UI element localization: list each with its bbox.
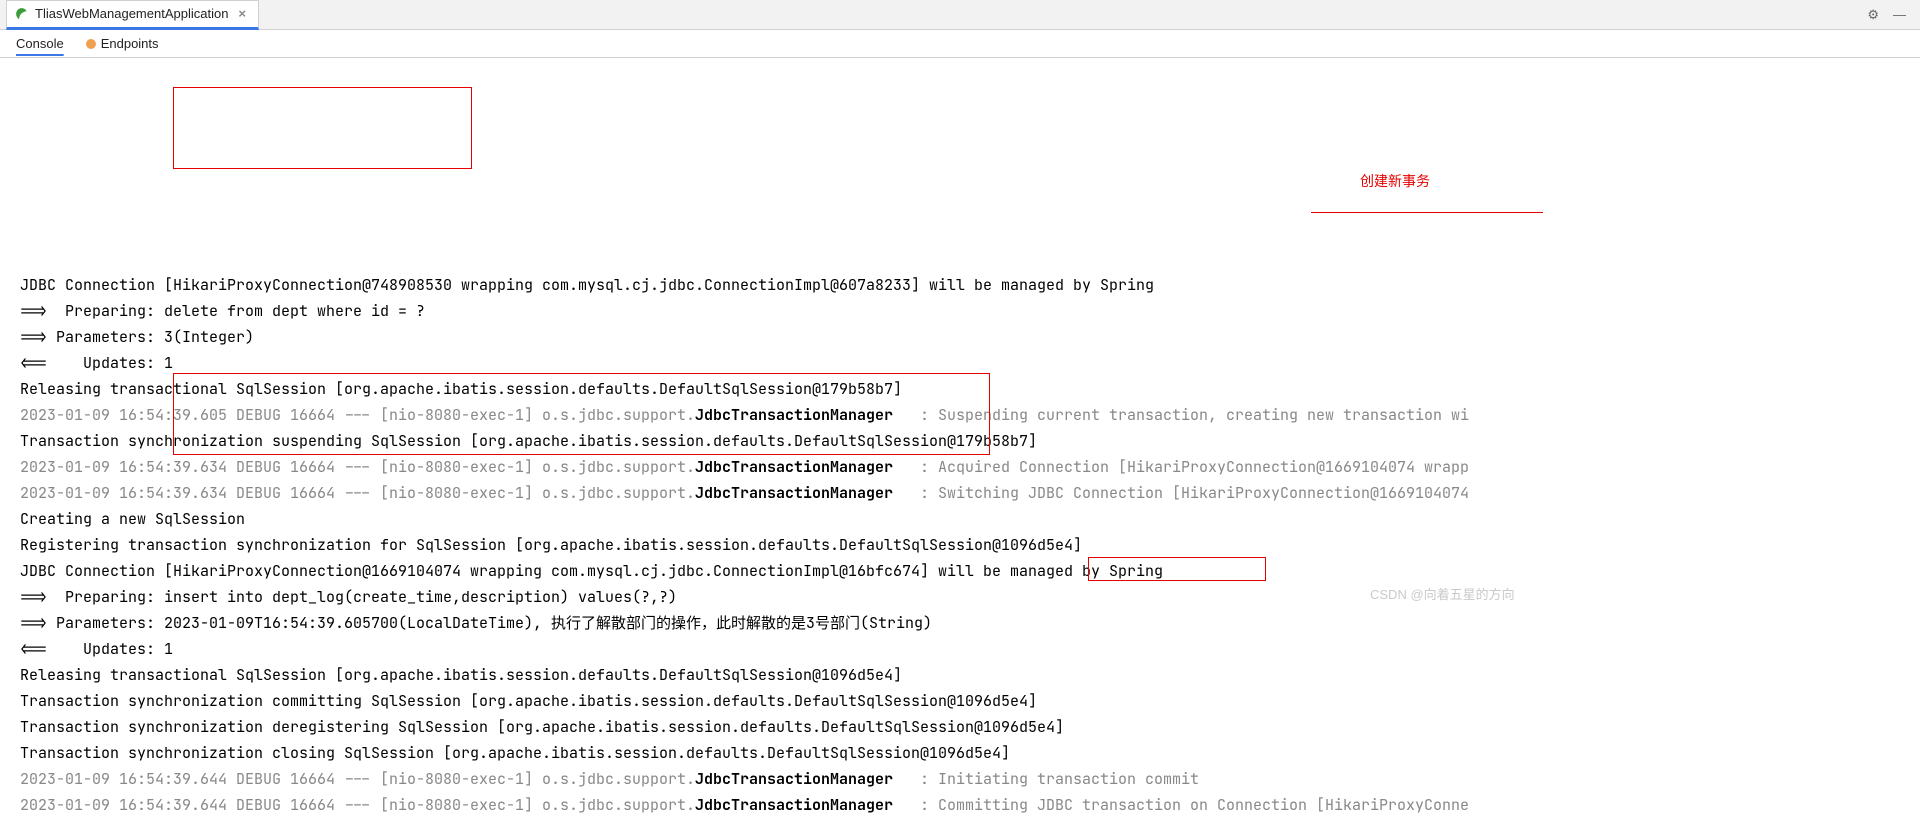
log-line: Creating a new SqlSession — [20, 506, 1910, 532]
sub-tab-bar: Console Endpoints — [0, 30, 1920, 58]
log-line: ==> Parameters: 2023-01-09T16:54:39.6057… — [20, 610, 1910, 636]
log-line: 2023-01-09 16:54:39.644 DEBUG 16664 --- … — [20, 792, 1910, 818]
log-line: ==> Preparing: delete from dept where id… — [20, 298, 1910, 324]
endpoints-icon — [86, 39, 96, 49]
log-line: 2023-01-09 16:54:39.634 DEBUG 16664 --- … — [20, 454, 1910, 480]
close-tab-button[interactable]: × — [234, 6, 250, 21]
log-line: Releasing transactional SqlSession [org.… — [20, 376, 1910, 402]
underline-creating-new-transaction — [1311, 212, 1543, 213]
log-line: JDBC Connection [HikariProxyConnection@1… — [20, 558, 1910, 584]
spring-leaf-icon — [15, 7, 29, 21]
console-output[interactable]: 创建新事务 CSDN @向着五星的方向 JDBC Connection [Hik… — [0, 58, 1920, 828]
log-line: Transaction synchronization closing SqlS… — [20, 740, 1910, 766]
run-config-title: TliasWebManagementApplication — [35, 6, 228, 21]
log-line: Transaction synchronization deregisterin… — [20, 714, 1910, 740]
gear-icon[interactable]: ⚙ — [1867, 7, 1879, 23]
run-config-tab[interactable]: TliasWebManagementApplication × — [6, 0, 259, 30]
log-line: 2023-01-09 16:54:39.644 DEBUG 16664 --- … — [20, 766, 1910, 792]
log-line: Transaction synchronization suspending S… — [20, 428, 1910, 454]
log-line: Releasing transactional SqlSession [org.… — [20, 662, 1910, 688]
annotation-create-new-tx: 创建新事务 — [1360, 168, 1430, 194]
log-line: 2023-01-09 16:54:39.605 DEBUG 16664 --- … — [20, 402, 1910, 428]
log-line: <== Updates: 1 — [20, 350, 1910, 376]
run-tab-bar: TliasWebManagementApplication × ⚙ — — [0, 0, 1920, 30]
log-line: ==> Parameters: 3(Integer) — [20, 324, 1910, 350]
log-line: JDBC Connection [HikariProxyConnection@7… — [20, 272, 1910, 298]
log-line: Registering transaction synchronization … — [20, 532, 1910, 558]
log-line: ==> Preparing: insert into dept_log(crea… — [20, 584, 1910, 610]
log-line: 2023-01-09 16:54:39.634 DEBUG 16664 --- … — [20, 480, 1910, 506]
sub-tab-endpoints-label: Endpoints — [101, 36, 159, 51]
sub-tab-console-label: Console — [16, 36, 64, 51]
csdn-watermark: CSDN @向着五星的方向 — [1370, 582, 1515, 608]
sub-tab-console[interactable]: Console — [16, 36, 64, 51]
sql-delete-highlight-box — [173, 87, 472, 169]
sub-tab-endpoints[interactable]: Endpoints — [86, 36, 159, 51]
log-line: Transaction synchronization committing S… — [20, 688, 1910, 714]
minimize-icon[interactable]: — — [1893, 7, 1906, 23]
log-line: <== Updates: 1 — [20, 636, 1910, 662]
tab-controls: ⚙ — — [1867, 7, 1920, 23]
